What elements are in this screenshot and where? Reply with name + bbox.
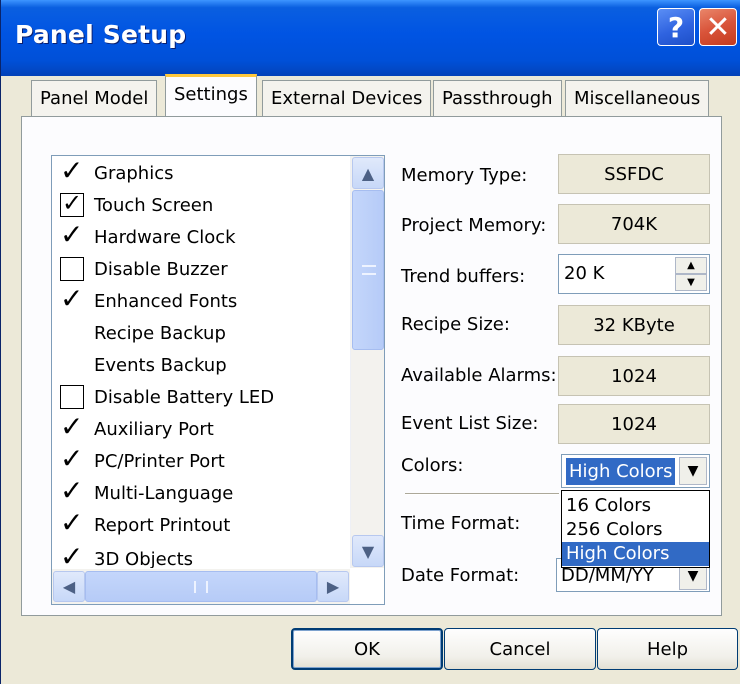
list-item-label: 3D Objects [94, 548, 194, 569]
spin-down-icon[interactable]: ▼ [675, 274, 707, 291]
date-format-label: Date Format: [401, 565, 520, 586]
divider [405, 493, 559, 495]
list-item-label: Recipe Backup [94, 322, 226, 344]
list-item[interactable]: ✓ Touch Screen [60, 189, 350, 219]
checkbox-empty-icon[interactable] [60, 256, 94, 282]
scroll-left-icon[interactable]: ◀ [53, 571, 85, 602]
project-memory-value: 704K [558, 204, 710, 244]
list-item-label: Report Printout [94, 514, 231, 536]
cancel-button[interactable]: Cancel [444, 628, 596, 670]
available-alarms-value: 1024 [558, 356, 710, 396]
list-item-label: Touch Screen [94, 194, 214, 216]
list-item[interactable]: ✓ Multi-Language [60, 474, 350, 507]
scroll-up-icon[interactable]: ▲ [352, 157, 384, 189]
list-item[interactable]: Events Backup [60, 351, 350, 379]
list-item[interactable]: ✓ Auxiliary Port [60, 410, 350, 443]
spin-up-icon[interactable]: ▲ [675, 257, 707, 274]
time-format-label: Time Format: [401, 513, 521, 534]
checkmark-icon: ✓ [60, 156, 84, 187]
tab-settings[interactable]: Settings [165, 74, 257, 116]
colors-option-selected[interactable]: High Colors [562, 542, 709, 566]
colors-label: Colors: [401, 455, 464, 476]
features-listbox[interactable]: ✓ Graphics ✓ Touch Screen ✓ Hardware Clo… [51, 155, 385, 605]
vertical-scrollbar[interactable]: ▲ ▼ [350, 156, 384, 568]
scroll-down-icon[interactable]: ▼ [352, 535, 384, 567]
list-item[interactable]: ✓ Hardware Clock [60, 218, 350, 251]
list-item[interactable]: ✓ Graphics [60, 156, 350, 187]
event-list-size-value: 1024 [558, 404, 710, 444]
list-item[interactable]: Recipe Backup [60, 319, 350, 347]
list-item[interactable]: ✓ 3D Objects [60, 540, 350, 569]
colors-dropdown-list: 16 Colors 256 Colors High Colors [561, 490, 710, 568]
panel-setup-dialog: Panel Setup ? ✕ Panel Model Settings Ext… [0, 0, 740, 684]
memory-type-value: SSFDC [558, 154, 710, 194]
title-bar[interactable]: Panel Setup ? ✕ [1, 0, 740, 76]
checkmark-icon: ✓ [60, 442, 84, 475]
horizontal-scroll-thumb[interactable] [85, 571, 317, 602]
grip-icon [194, 581, 208, 593]
event-list-size-label: Event List Size: [401, 413, 539, 434]
list-item[interactable]: ✓ Report Printout [60, 506, 350, 539]
checkmark-icon: ✓ [60, 540, 84, 568]
list-item-label: Graphics [94, 162, 174, 184]
list-item-label: Disable Buzzer [94, 258, 228, 280]
tab-passthrough[interactable]: Passthrough [433, 80, 562, 116]
recipe-size-value: 32 KByte [558, 305, 710, 345]
list-item[interactable]: ✓ PC/Printer Port [60, 442, 350, 475]
scroll-right-icon[interactable]: ▶ [317, 571, 349, 602]
vertical-scroll-thumb[interactable] [352, 190, 384, 350]
checkbox-empty-icon[interactable] [60, 384, 94, 410]
horizontal-scrollbar[interactable]: ◀ ▶ [52, 569, 350, 604]
window-title: Panel Setup [15, 20, 187, 49]
colors-option[interactable]: 256 Colors [562, 518, 709, 542]
help-button[interactable]: Help [597, 628, 738, 670]
checkmark-icon: ✓ [60, 410, 84, 443]
list-item-label: PC/Printer Port [94, 450, 225, 472]
list-item-label: Auxiliary Port [94, 418, 214, 440]
list-item-label: Disable Battery LED [94, 386, 275, 408]
checkmark-icon: ✓ [60, 474, 84, 507]
features-list: ✓ Graphics ✓ Touch Screen ✓ Hardware Clo… [52, 156, 350, 568]
list-item[interactable]: Disable Buzzer [60, 255, 350, 283]
tab-external-devices[interactable]: External Devices [262, 80, 432, 116]
tab-miscellaneous[interactable]: Miscellaneous [565, 80, 710, 116]
help-title-button[interactable]: ? [657, 8, 695, 46]
grip-icon [362, 265, 376, 275]
list-item-label: Enhanced Fonts [94, 290, 238, 312]
checkmark-icon: ✓ [60, 218, 84, 251]
trend-buffers-value[interactable]: 20 K [564, 263, 604, 284]
checkmark-icon: ✓ [60, 282, 84, 315]
memory-type-label: Memory Type: [401, 165, 528, 186]
spin-buttons: ▲ ▼ [675, 257, 707, 291]
chevron-down-icon[interactable]: ▼ [679, 457, 707, 485]
colors-select[interactable]: High Colors ▼ [561, 454, 710, 488]
list-item-label: Hardware Clock [94, 226, 236, 248]
list-item-label: Multi-Language [94, 482, 234, 504]
checkmark-icon: ✓ [60, 506, 84, 539]
available-alarms-label: Available Alarms: [401, 365, 557, 386]
list-item[interactable]: ✓ Enhanced Fonts [60, 282, 350, 315]
trend-buffers-spinner[interactable]: 20 K ▲ ▼ [558, 254, 710, 294]
tab-panel-model[interactable]: Panel Model [31, 80, 158, 116]
trend-buffers-label: Trend buffers: [401, 266, 526, 287]
close-button[interactable]: ✕ [699, 8, 737, 46]
ok-button[interactable]: OK [291, 628, 443, 670]
list-item[interactable]: Disable Battery LED [60, 383, 350, 411]
date-format-value: DD/MM/YY [561, 565, 654, 586]
recipe-size-label: Recipe Size: [401, 314, 510, 335]
colors-selected-value[interactable]: High Colors [564, 457, 677, 486]
project-memory-label: Project Memory: [401, 215, 547, 236]
checkbox-checked-icon[interactable]: ✓ [60, 189, 94, 218]
colors-option[interactable]: 16 Colors [562, 494, 709, 518]
list-item-label: Events Backup [94, 354, 227, 376]
